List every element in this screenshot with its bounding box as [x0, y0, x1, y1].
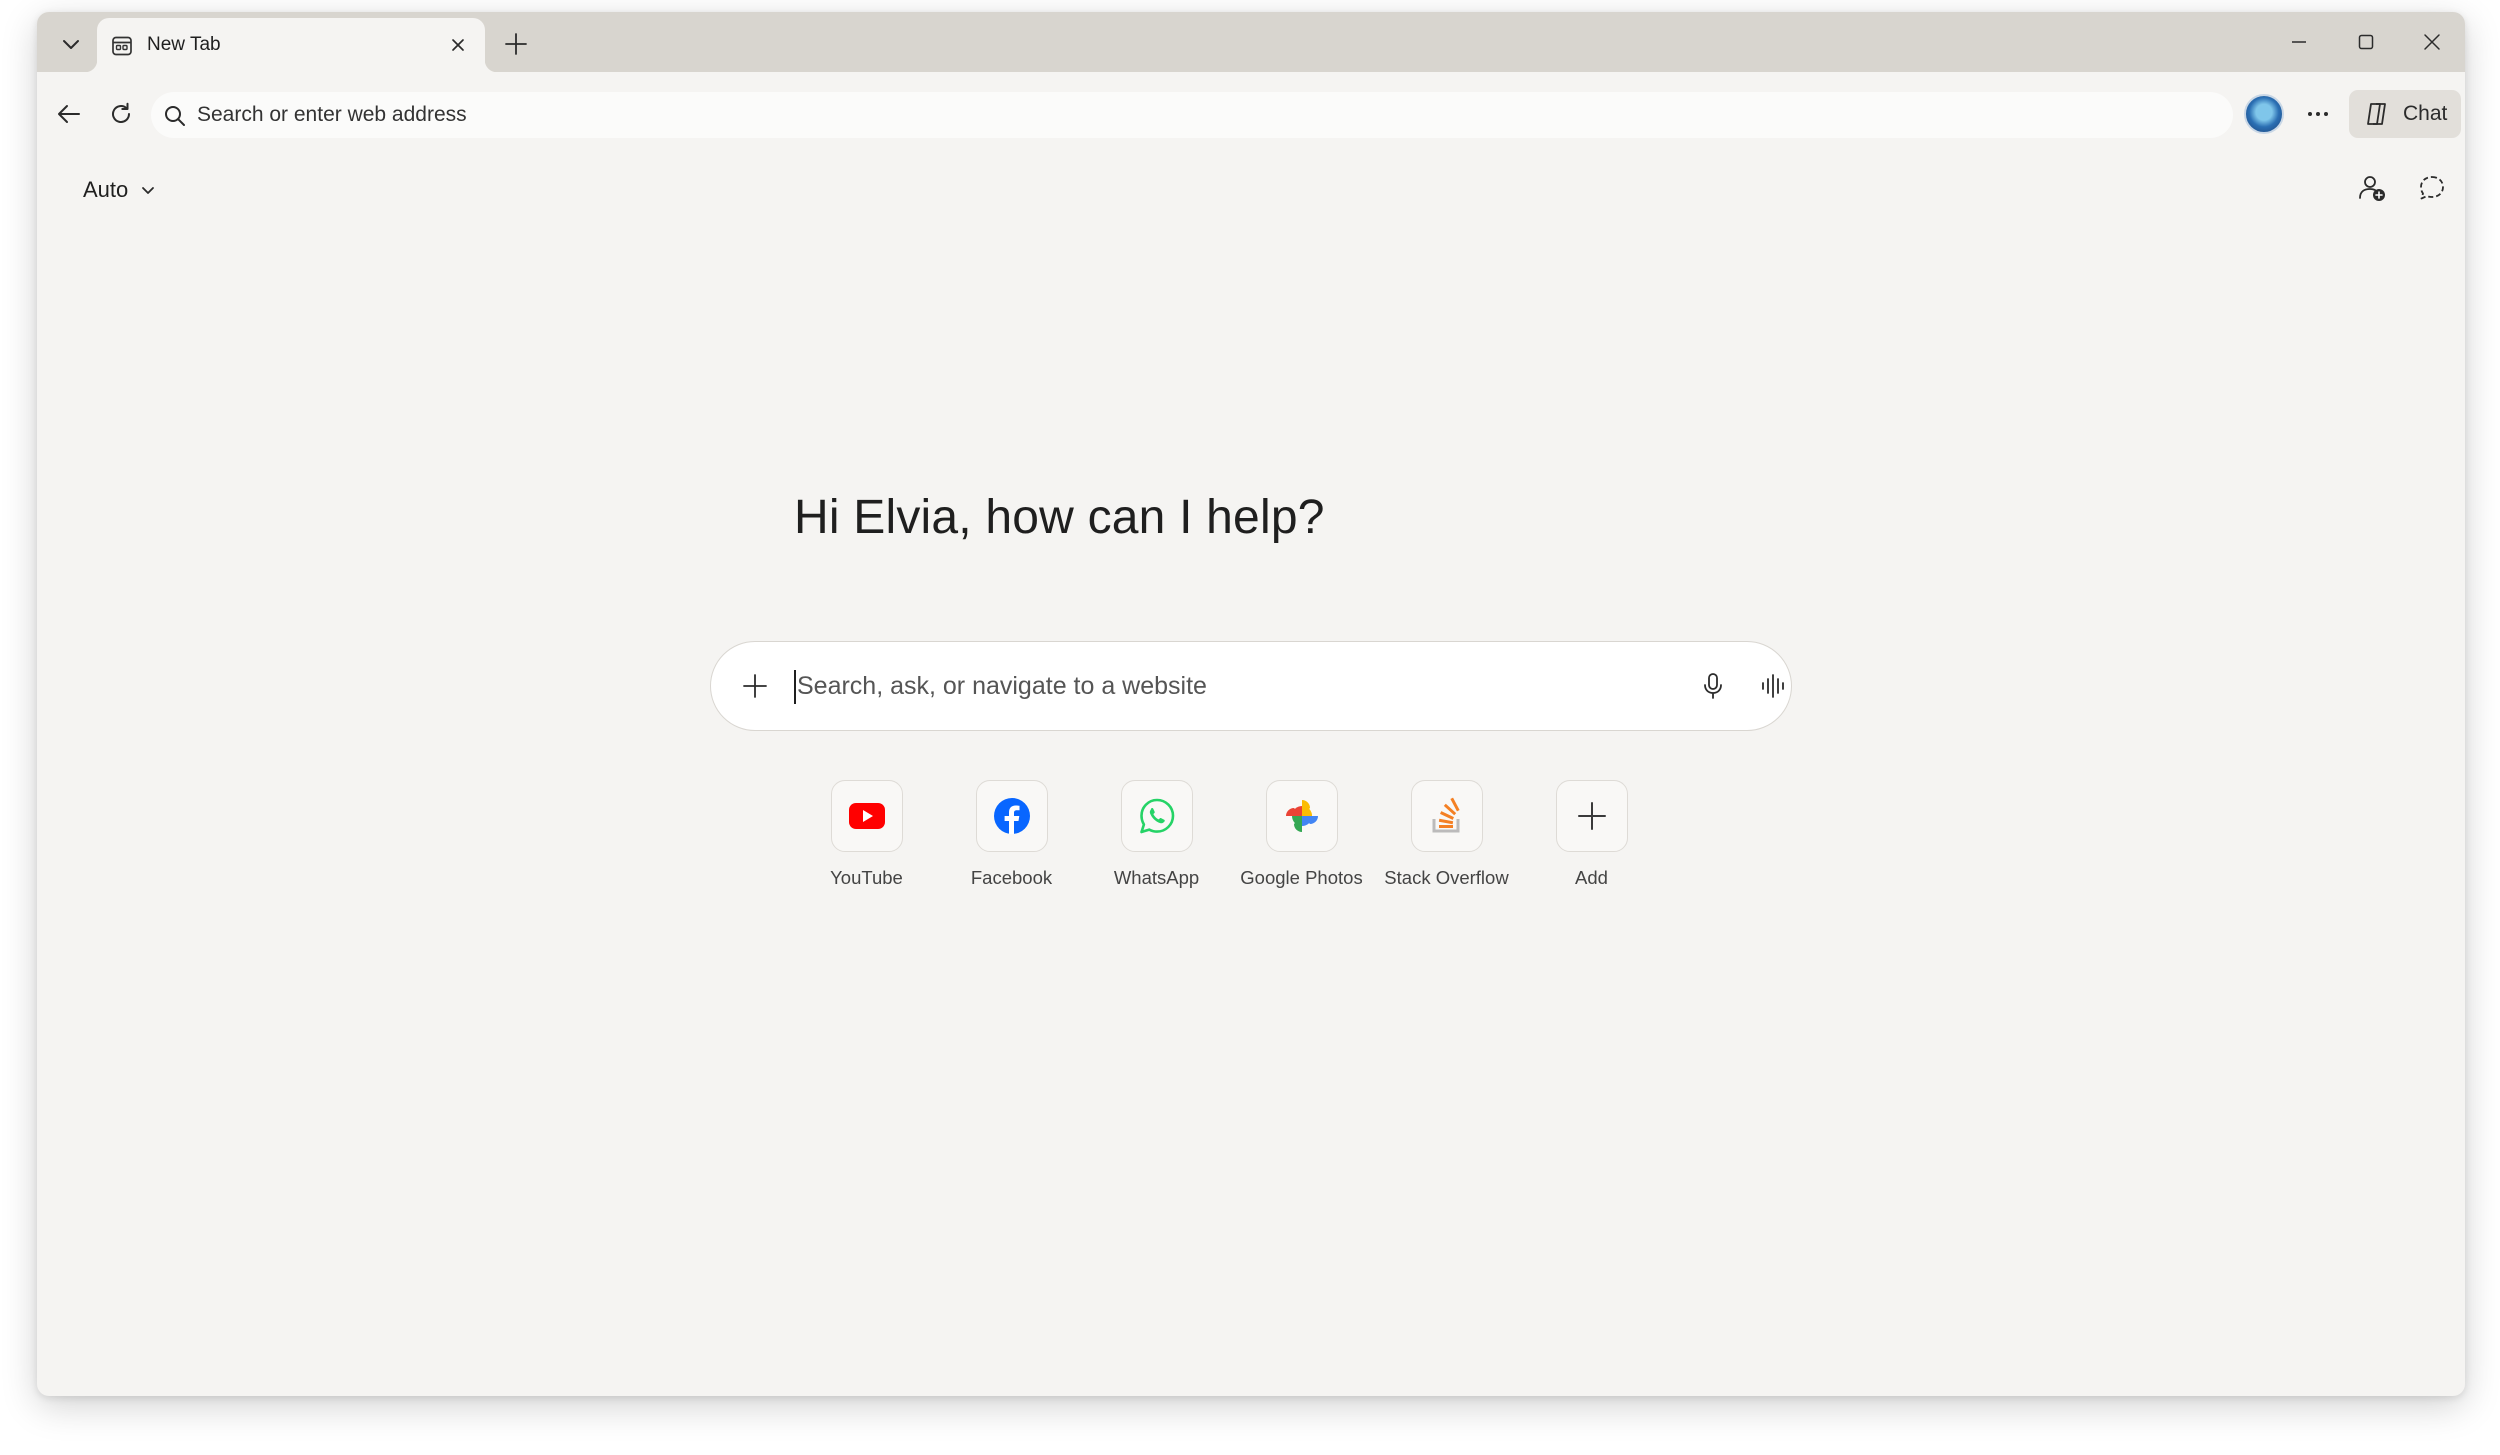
theme-mode-label: Auto — [83, 177, 129, 202]
tab-list-button[interactable] — [51, 24, 91, 64]
shortcut-add[interactable]: Add — [1519, 780, 1664, 889]
tab-strip: New Tab — [37, 12, 2465, 72]
plus-icon — [1577, 802, 1606, 830]
tab-close-button[interactable] — [443, 30, 473, 60]
google-photos-icon — [1285, 800, 1318, 832]
shortcut-label: Stack Overflow — [1384, 867, 1509, 888]
shortcut-facebook[interactable]: Facebook — [939, 780, 1084, 889]
close-icon — [2424, 34, 2440, 50]
chat-label: Chat — [2403, 102, 2448, 125]
back-button[interactable] — [47, 92, 91, 136]
shortcut-list: YouTube Facebook WhatsApp Google Photos … — [794, 780, 1664, 889]
shortcut-youtube[interactable]: YouTube — [794, 780, 939, 889]
toolbar: Chat — [37, 72, 2465, 158]
shortcut-label: Add — [1575, 867, 1608, 888]
person-add-icon — [2359, 176, 2385, 201]
text-cursor — [794, 670, 796, 704]
shortcut-whatsapp[interactable]: WhatsApp — [1084, 780, 1229, 889]
search-icon — [165, 106, 185, 126]
theme-mode-dropdown[interactable]: Auto — [73, 168, 166, 212]
chat-bubble-icon — [2420, 176, 2444, 200]
chevron-down-icon — [63, 40, 79, 49]
chat-button[interactable]: Chat — [2349, 90, 2461, 138]
new-tab-page-icon — [112, 36, 132, 56]
refresh-icon — [112, 102, 130, 123]
youtube-icon — [848, 803, 885, 829]
new-tab-button[interactable] — [497, 25, 535, 63]
greeting-heading: Hi Elvia, how can I help? — [794, 491, 1325, 544]
whatsapp-icon — [1139, 798, 1174, 834]
shortcut-google-photos[interactable]: Google Photos — [1229, 780, 1374, 889]
shortcut-tile[interactable] — [830, 780, 903, 852]
profile-avatar[interactable] — [2244, 94, 2284, 134]
shortcut-tile[interactable] — [1265, 780, 1338, 852]
tab-new-tab[interactable]: New Tab — [85, 18, 497, 72]
audio-waveform-icon — [1762, 674, 1784, 698]
new-chat-button[interactable] — [2410, 166, 2454, 210]
shortcut-tile[interactable] — [1120, 780, 1193, 852]
plus-icon — [743, 674, 767, 698]
minimize-icon — [2292, 41, 2306, 43]
stack-overflow-icon — [1432, 797, 1460, 833]
close-icon — [452, 39, 464, 51]
shortcut-stack-overflow[interactable]: Stack Overflow — [1374, 780, 1519, 889]
minimize-button[interactable] — [2271, 20, 2327, 64]
main-search-input[interactable] — [797, 642, 1637, 730]
address-bar[interactable] — [151, 92, 2233, 138]
tab-title: New Tab — [147, 34, 221, 55]
main-search-box[interactable] — [710, 641, 1792, 731]
facebook-icon — [993, 798, 1030, 834]
shortcut-label: WhatsApp — [1113, 867, 1200, 888]
shortcut-tile[interactable] — [975, 780, 1048, 852]
shortcut-label: Google Photos — [1240, 867, 1363, 888]
voice-search-button[interactable] — [1691, 664, 1735, 708]
shortcut-label: YouTube — [830, 867, 903, 888]
browser-window: New Tab Search or enter web address Chat… — [37, 12, 2465, 1396]
address-input[interactable] — [197, 92, 2197, 138]
more-options-button[interactable] — [2296, 92, 2340, 136]
refresh-button[interactable] — [99, 92, 143, 136]
more-horizontal-icon — [2308, 112, 2328, 116]
copilot-icon — [2367, 103, 2386, 125]
add-profile-button[interactable] — [2350, 166, 2394, 210]
attach-button[interactable] — [733, 664, 777, 708]
shortcut-tile[interactable] — [1410, 780, 1483, 852]
back-arrow-icon — [58, 105, 80, 123]
shortcut-label: Facebook — [970, 867, 1053, 888]
shortcut-tile[interactable] — [1555, 780, 1628, 852]
maximize-icon — [2358, 34, 2374, 50]
chevron-down-icon — [142, 187, 155, 194]
close-window-button[interactable] — [2404, 20, 2460, 64]
maximize-button[interactable] — [2338, 20, 2394, 64]
voice-mode-button[interactable] — [1751, 664, 1795, 708]
plus-icon — [505, 33, 527, 55]
microphone-icon — [1704, 673, 1722, 699]
